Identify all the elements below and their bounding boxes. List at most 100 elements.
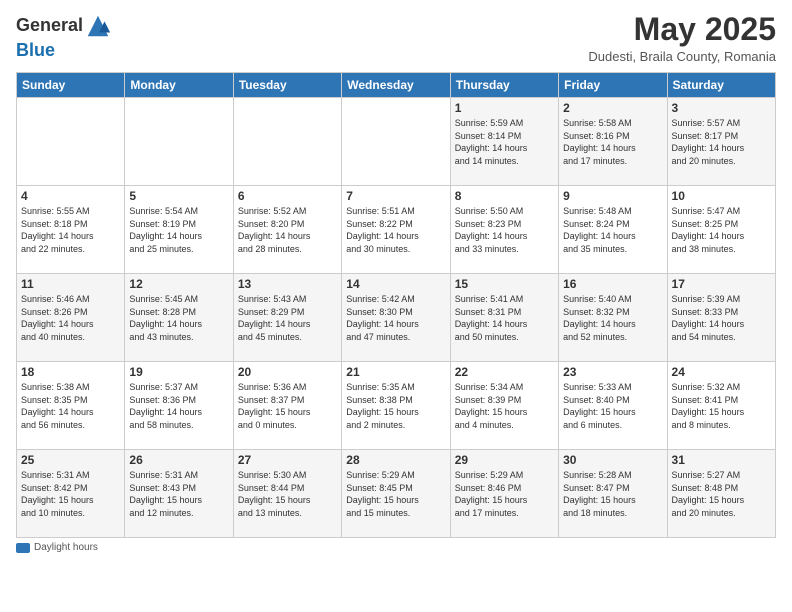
day-number: 26	[129, 453, 228, 467]
day-info: Sunrise: 5:31 AM Sunset: 8:43 PM Dayligh…	[129, 469, 228, 519]
day-number: 3	[672, 101, 771, 115]
day-info: Sunrise: 5:41 AM Sunset: 8:31 PM Dayligh…	[455, 293, 554, 343]
day-number: 8	[455, 189, 554, 203]
day-info: Sunrise: 5:30 AM Sunset: 8:44 PM Dayligh…	[238, 469, 337, 519]
day-number: 1	[455, 101, 554, 115]
day-number: 30	[563, 453, 662, 467]
calendar-header-row: Sunday Monday Tuesday Wednesday Thursday…	[17, 73, 776, 98]
day-number: 5	[129, 189, 228, 203]
calendar-table: Sunday Monday Tuesday Wednesday Thursday…	[16, 72, 776, 538]
calendar-week-row: 11 Sunrise: 5:46 AM Sunset: 8:26 PM Dayli…	[17, 274, 776, 362]
day-number: 24	[672, 365, 771, 379]
logo: General Blue	[16, 12, 113, 62]
day-info: Sunrise: 5:50 AM Sunset: 8:23 PM Dayligh…	[455, 205, 554, 255]
col-monday: Monday	[125, 73, 233, 98]
legend-row: Daylight hours	[16, 542, 776, 553]
header: General Blue May 2025 Dudesti, Braila Co…	[16, 12, 776, 64]
day-info: Sunrise: 5:28 AM Sunset: 8:47 PM Dayligh…	[563, 469, 662, 519]
table-row	[233, 98, 341, 186]
day-number: 10	[672, 189, 771, 203]
day-number: 14	[346, 277, 445, 291]
day-info: Sunrise: 5:40 AM Sunset: 8:32 PM Dayligh…	[563, 293, 662, 343]
day-info: Sunrise: 5:37 AM Sunset: 8:36 PM Dayligh…	[129, 381, 228, 431]
table-row: 13Sunrise: 5:43 AM Sunset: 8:29 PM Dayli…	[233, 274, 341, 362]
calendar-week-row: 1Sunrise: 5:59 AM Sunset: 8:14 PM Daylig…	[17, 98, 776, 186]
table-row: 14 Sunrise: 5:42 AM Sunset: 8:30 PM Dayli…	[342, 274, 450, 362]
day-info: Sunrise: 5:36 AM Sunset: 8:37 PM Dayligh…	[238, 381, 337, 431]
day-number: 21	[346, 365, 445, 379]
day-number: 25	[21, 453, 120, 467]
table-row: 12Sunrise: 5:45 AM Sunset: 8:28 PM Dayli…	[125, 274, 233, 362]
day-number: 19	[129, 365, 228, 379]
day-info: Sunrise: 5:52 AM Sunset: 8:20 PM Dayligh…	[238, 205, 337, 255]
col-friday: Friday	[559, 73, 667, 98]
day-number: 20	[238, 365, 337, 379]
table-row: 28 Sunrise: 5:29 AM Sunset: 8:45 PM Dayli…	[342, 450, 450, 538]
table-row: 19 Sunrise: 5:37 AM Sunset: 8:36 PM Dayli…	[125, 362, 233, 450]
calendar-week-row: 18 Sunrise: 5:38 AM Sunset: 8:35 PM Dayli…	[17, 362, 776, 450]
day-number: 6	[238, 189, 337, 203]
table-row: 1Sunrise: 5:59 AM Sunset: 8:14 PM Daylig…	[450, 98, 558, 186]
day-number: 28	[346, 453, 445, 467]
day-info: Sunrise: 5:29 AM Sunset: 8:46 PM Dayligh…	[455, 469, 554, 519]
day-info: Sunrise: 5:46 AM Sunset: 8:26 PM Dayligh…	[21, 293, 120, 343]
day-info: Sunrise: 5:32 AM Sunset: 8:41 PM Dayligh…	[672, 381, 771, 431]
day-number: 2	[563, 101, 662, 115]
table-row: 18 Sunrise: 5:38 AM Sunset: 8:35 PM Dayli…	[17, 362, 125, 450]
table-row: 30 Sunrise: 5:28 AM Sunset: 8:47 PM Dayli…	[559, 450, 667, 538]
table-row: 7 Sunrise: 5:51 AM Sunset: 8:22 PM Daylig…	[342, 186, 450, 274]
logo-general-text: General	[16, 15, 83, 35]
day-info: Sunrise: 5:27 AM Sunset: 8:48 PM Dayligh…	[672, 469, 771, 519]
table-row: 11 Sunrise: 5:46 AM Sunset: 8:26 PM Dayli…	[17, 274, 125, 362]
legend-label: Daylight hours	[34, 542, 98, 553]
table-row	[17, 98, 125, 186]
day-info: Sunrise: 5:38 AM Sunset: 8:35 PM Dayligh…	[21, 381, 120, 431]
day-number: 9	[563, 189, 662, 203]
day-info: Sunrise: 5:43 AM Sunset: 8:29 PM Dayligh…	[238, 293, 337, 343]
day-info: Sunrise: 5:42 AM Sunset: 8:30 PM Dayligh…	[346, 293, 445, 343]
table-row: 21Sunrise: 5:35 AM Sunset: 8:38 PM Dayli…	[342, 362, 450, 450]
logo-blue-text: Blue	[16, 40, 55, 60]
title-section: May 2025 Dudesti, Braila County, Romania	[588, 12, 776, 64]
calendar-week-row: 25 Sunrise: 5:31 AM Sunset: 8:42 PM Dayli…	[17, 450, 776, 538]
table-row: 5Sunrise: 5:54 AM Sunset: 8:19 PM Daylig…	[125, 186, 233, 274]
col-tuesday: Tuesday	[233, 73, 341, 98]
table-row: 2Sunrise: 5:58 AM Sunset: 8:16 PM Daylig…	[559, 98, 667, 186]
day-info: Sunrise: 5:34 AM Sunset: 8:39 PM Dayligh…	[455, 381, 554, 431]
table-row: 10 Sunrise: 5:47 AM Sunset: 8:25 PM Dayli…	[667, 186, 775, 274]
table-row: 27 Sunrise: 5:30 AM Sunset: 8:44 PM Dayli…	[233, 450, 341, 538]
day-number: 4	[21, 189, 120, 203]
table-row: 20 Sunrise: 5:36 AM Sunset: 8:37 PM Dayli…	[233, 362, 341, 450]
day-number: 23	[563, 365, 662, 379]
day-info: Sunrise: 5:39 AM Sunset: 8:33 PM Dayligh…	[672, 293, 771, 343]
day-number: 27	[238, 453, 337, 467]
day-info: Sunrise: 5:29 AM Sunset: 8:45 PM Dayligh…	[346, 469, 445, 519]
table-row: 23Sunrise: 5:33 AM Sunset: 8:40 PM Dayli…	[559, 362, 667, 450]
day-info: Sunrise: 5:45 AM Sunset: 8:28 PM Dayligh…	[129, 293, 228, 343]
day-info: Sunrise: 5:31 AM Sunset: 8:42 PM Dayligh…	[21, 469, 120, 519]
day-number: 18	[21, 365, 120, 379]
day-info: Sunrise: 5:47 AM Sunset: 8:25 PM Dayligh…	[672, 205, 771, 255]
location-subtitle: Dudesti, Braila County, Romania	[588, 49, 776, 64]
table-row: 25 Sunrise: 5:31 AM Sunset: 8:42 PM Dayli…	[17, 450, 125, 538]
table-row	[342, 98, 450, 186]
day-info: Sunrise: 5:48 AM Sunset: 8:24 PM Dayligh…	[563, 205, 662, 255]
day-number: 7	[346, 189, 445, 203]
table-row: 17Sunrise: 5:39 AM Sunset: 8:33 PM Dayli…	[667, 274, 775, 362]
table-row: 31 Sunrise: 5:27 AM Sunset: 8:48 PM Dayli…	[667, 450, 775, 538]
table-row: 4 Sunrise: 5:55 AM Sunset: 8:18 PM Daylig…	[17, 186, 125, 274]
table-row: 8 Sunrise: 5:50 AM Sunset: 8:23 PM Daylig…	[450, 186, 558, 274]
day-number: 29	[455, 453, 554, 467]
table-row: 26 Sunrise: 5:31 AM Sunset: 8:43 PM Dayli…	[125, 450, 233, 538]
day-info: Sunrise: 5:51 AM Sunset: 8:22 PM Dayligh…	[346, 205, 445, 255]
day-number: 31	[672, 453, 771, 467]
col-sunday: Sunday	[17, 73, 125, 98]
table-row: 6 Sunrise: 5:52 AM Sunset: 8:20 PM Daylig…	[233, 186, 341, 274]
table-row	[125, 98, 233, 186]
col-thursday: Thursday	[450, 73, 558, 98]
day-number: 11	[21, 277, 120, 291]
col-saturday: Saturday	[667, 73, 775, 98]
day-info: Sunrise: 5:57 AM Sunset: 8:17 PM Dayligh…	[672, 117, 771, 167]
day-number: 16	[563, 277, 662, 291]
day-info: Sunrise: 5:55 AM Sunset: 8:18 PM Dayligh…	[21, 205, 120, 255]
